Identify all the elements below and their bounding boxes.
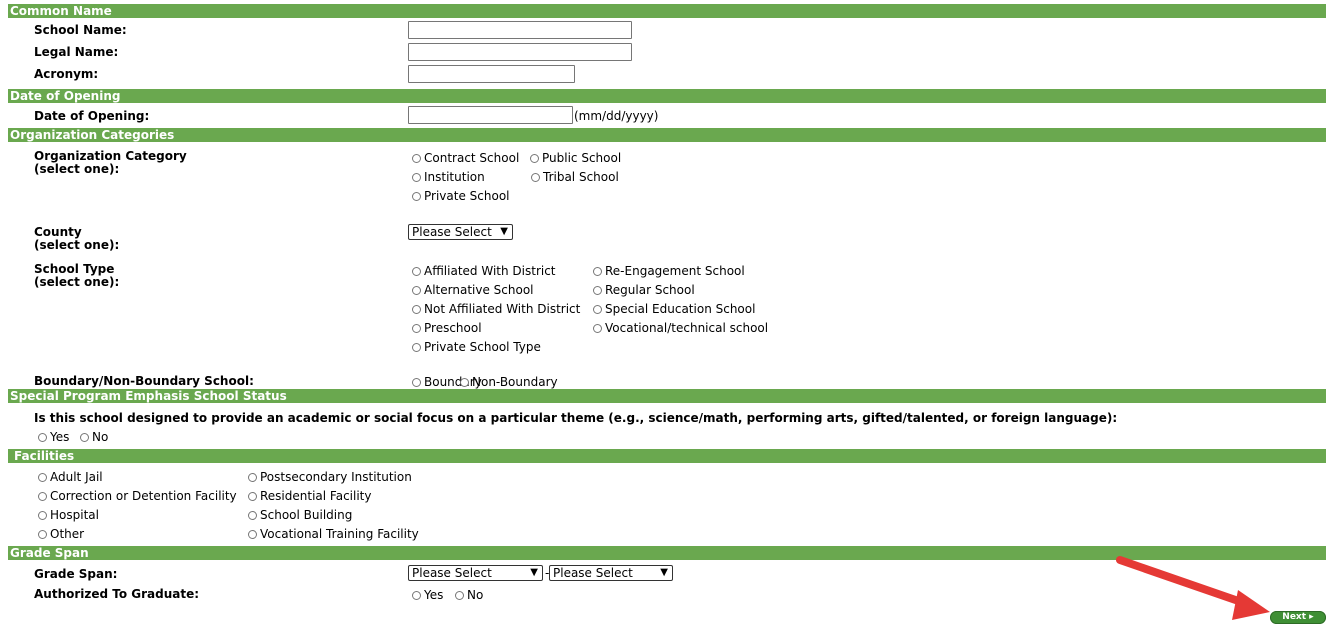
chevron-down-icon: ▼	[660, 567, 668, 578]
radio-circle-icon[interactable]	[531, 172, 540, 182]
boundary-label: Boundary/Non-Boundary School:	[34, 374, 254, 388]
section-header-special-program: Special Program Emphasis School Status	[8, 389, 1326, 403]
section-header-common-name: Common Name	[8, 4, 1326, 18]
chevron-down-icon: ▼	[530, 567, 538, 578]
radio-correction-detention-facility[interactable]: Correction or Detention Facility	[38, 489, 237, 503]
radio-private-school[interactable]: Private School	[412, 189, 510, 203]
arrow-head	[1232, 590, 1270, 620]
radio-residential-facility[interactable]: Residential Facility	[248, 489, 371, 503]
radio-circle-icon[interactable]	[455, 590, 464, 600]
school-name-input[interactable]	[408, 21, 632, 39]
county-sublabel: (select one):	[34, 238, 120, 252]
radio-preschool[interactable]: Preschool	[412, 321, 482, 335]
section-header-facilities: Facilities	[8, 449, 1326, 463]
radio-public-school[interactable]: Public School	[530, 151, 621, 165]
radio-circle-icon[interactable]	[38, 491, 47, 501]
date-format-hint: (mm/dd/yyyy)	[574, 109, 659, 123]
radio-circle-icon[interactable]	[248, 510, 257, 520]
radio-authorized-no[interactable]: No	[455, 588, 483, 602]
radio-school-building[interactable]: School Building	[248, 508, 352, 522]
legal-name-input[interactable]	[408, 43, 632, 61]
radio-circle-icon[interactable]	[593, 304, 602, 314]
radio-circle-icon[interactable]	[248, 491, 257, 501]
radio-circle-icon[interactable]	[412, 191, 421, 201]
radio-circle-icon[interactable]	[593, 323, 602, 333]
radio-circle-icon[interactable]	[412, 304, 421, 314]
section-header-organization-categories: Organization Categories	[8, 128, 1326, 142]
organization-category-sublabel: (select one):	[34, 162, 120, 176]
radio-not-affiliated-with-district[interactable]: Not Affiliated With District	[412, 302, 580, 316]
radio-hospital[interactable]: Hospital	[38, 508, 99, 522]
radio-circle-icon[interactable]	[412, 153, 421, 163]
radio-special-program-yes[interactable]: Yes	[38, 430, 69, 444]
radio-postsecondary-institution[interactable]: Postsecondary Institution	[248, 470, 412, 484]
radio-circle-icon[interactable]	[80, 432, 89, 442]
arrow-shaft	[1116, 556, 1254, 609]
section-header-date-of-opening: Date of Opening	[8, 89, 1326, 103]
grade-span-to-select[interactable]: Please Select ▼	[549, 565, 673, 581]
radio-vocational-technical-school[interactable]: Vocational/technical school	[593, 321, 768, 335]
radio-circle-icon[interactable]	[412, 590, 421, 600]
radio-circle-icon[interactable]	[412, 266, 421, 276]
radio-other[interactable]: Other	[38, 527, 84, 541]
county-label: County	[34, 225, 82, 239]
red-arrow-annotation	[1116, 556, 1270, 620]
radio-circle-icon[interactable]	[38, 432, 47, 442]
radio-alternative-school[interactable]: Alternative School	[412, 283, 534, 297]
radio-non-boundary[interactable]: Non-Boundary	[460, 375, 558, 389]
radio-special-program-no[interactable]: No	[80, 430, 108, 444]
radio-tribal-school[interactable]: Tribal School	[531, 170, 619, 184]
radio-circle-icon[interactable]	[248, 529, 257, 539]
chevron-down-icon: ▼	[500, 226, 508, 237]
radio-circle-icon[interactable]	[460, 377, 469, 387]
radio-circle-icon[interactable]	[412, 342, 421, 352]
school-type-sublabel: (select one):	[34, 275, 120, 289]
date-of-opening-label: Date of Opening:	[34, 109, 150, 123]
legal-name-label: Legal Name:	[34, 45, 119, 59]
radio-circle-icon[interactable]	[593, 285, 602, 295]
radio-special-education-school[interactable]: Special Education School	[593, 302, 755, 316]
radio-circle-icon[interactable]	[530, 153, 539, 163]
radio-contract-school[interactable]: Contract School	[412, 151, 519, 165]
grade-span-label: Grade Span:	[34, 567, 118, 581]
organization-category-label: Organization Category	[34, 149, 187, 163]
date-of-opening-input[interactable]	[408, 106, 573, 124]
radio-institution[interactable]: Institution	[412, 170, 485, 184]
radio-re-engagement-school[interactable]: Re-Engagement School	[593, 264, 745, 278]
special-program-question: Is this school designed to provide an ac…	[34, 411, 1118, 425]
radio-affiliated-with-district[interactable]: Affiliated With District	[412, 264, 556, 278]
radio-authorized-yes[interactable]: Yes	[412, 588, 443, 602]
radio-circle-icon[interactable]	[38, 510, 47, 520]
county-select[interactable]: Please Select ▼	[408, 224, 513, 240]
radio-adult-jail[interactable]: Adult Jail	[38, 470, 103, 484]
radio-circle-icon[interactable]	[38, 472, 47, 482]
radio-circle-icon[interactable]	[412, 285, 421, 295]
radio-private-school-type[interactable]: Private School Type	[412, 340, 541, 354]
authorized-to-graduate-label: Authorized To Graduate:	[34, 587, 200, 601]
school-type-label: School Type	[34, 262, 115, 276]
grade-span-from-select[interactable]: Please Select ▼	[408, 565, 543, 581]
next-button[interactable]: Next ▸	[1270, 611, 1326, 624]
school-name-label: School Name:	[34, 23, 127, 37]
acronym-input[interactable]	[408, 65, 575, 83]
radio-circle-icon[interactable]	[412, 377, 421, 387]
radio-circle-icon[interactable]	[248, 472, 257, 482]
radio-circle-icon[interactable]	[412, 172, 421, 182]
radio-regular-school[interactable]: Regular School	[593, 283, 695, 297]
radio-vocational-training-facility[interactable]: Vocational Training Facility	[248, 527, 419, 541]
acronym-label: Acronym:	[34, 67, 99, 81]
radio-circle-icon[interactable]	[38, 529, 47, 539]
radio-circle-icon[interactable]	[412, 323, 421, 333]
radio-circle-icon[interactable]	[593, 266, 602, 276]
